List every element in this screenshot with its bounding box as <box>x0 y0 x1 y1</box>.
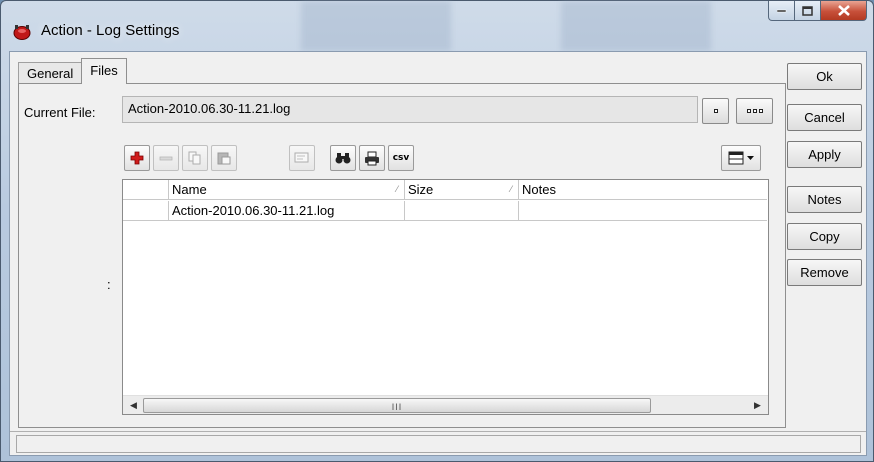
close-button[interactable] <box>821 1 867 21</box>
dot-icon <box>752 109 757 113</box>
column-label: Name <box>172 182 207 197</box>
background-blur <box>301 1 451 51</box>
browse-button[interactable] <box>736 98 773 124</box>
comment-button[interactable] <box>289 145 315 171</box>
comment-icon <box>294 152 309 163</box>
window-frame: Action - Log Settings General Files Curr… <box>0 0 874 462</box>
files-grid[interactable]: Name ⁄ Size ⁄ Notes Action-2010.06.30-11.2… <box>122 179 769 415</box>
csv-export-icon: csv <box>392 153 410 163</box>
table-row[interactable]: Action-2010.06.30-11.21.log <box>123 201 767 221</box>
add-icon <box>130 151 144 165</box>
status-field <box>16 435 861 453</box>
column-label: Notes <box>522 182 556 197</box>
column-label: Size <box>408 182 434 197</box>
status-bar <box>10 431 866 455</box>
sort-icon: ⁄ <box>510 184 512 194</box>
notes-button[interactable]: Notes <box>787 186 862 213</box>
paste-button[interactable] <box>211 145 237 171</box>
current-file-label: Current File: <box>24 105 96 120</box>
dot-icon <box>713 109 718 113</box>
print-button[interactable] <box>359 145 385 171</box>
scroll-left-arrow[interactable]: ◀ <box>125 396 142 415</box>
ok-button[interactable]: Ok <box>787 63 862 90</box>
column-header-name[interactable]: Name ⁄ <box>169 180 405 200</box>
open-file-button[interactable] <box>702 98 729 124</box>
sort-icon: ⁄ <box>396 184 398 194</box>
cell-size <box>405 201 519 221</box>
find-button[interactable] <box>330 145 356 171</box>
print-icon <box>365 151 379 165</box>
column-chooser-button[interactable] <box>721 145 761 171</box>
minimize-button[interactable] <box>768 1 795 21</box>
scroll-right-arrow[interactable]: ▶ <box>749 396 766 415</box>
column-header-size[interactable]: Size ⁄ <box>405 180 519 200</box>
title-bar[interactable]: Action - Log Settings <box>1 1 873 51</box>
minimize-icon <box>776 9 786 12</box>
columns-icon <box>728 151 744 165</box>
cancel-button[interactable]: Cancel <box>787 104 862 131</box>
dialog-client: General Files Current File: Action-2010.… <box>9 51 867 456</box>
grid-header: Name ⁄ Size ⁄ Notes <box>123 180 767 200</box>
caption-buttons <box>768 1 867 21</box>
horizontal-scrollbar[interactable]: ◀ III ▶ <box>123 395 768 414</box>
copy-button-side[interactable]: Copy <box>787 223 862 250</box>
app-icon <box>13 25 31 40</box>
find-icon <box>335 153 351 164</box>
tab-strip: General Files <box>18 58 127 84</box>
splitter-mark: : <box>107 277 111 292</box>
cell-notes <box>519 201 767 221</box>
dot-icon <box>758 109 763 113</box>
row-indicator-header <box>123 180 169 200</box>
apply-button[interactable]: Apply <box>787 141 862 168</box>
grip-icon: III <box>391 402 403 412</box>
copy-button[interactable] <box>182 145 208 171</box>
copy-icon <box>188 151 201 165</box>
background-blur <box>561 1 711 51</box>
cell-name: Action-2010.06.30-11.21.log <box>169 201 405 221</box>
chevron-down-icon <box>747 155 754 160</box>
tab-files[interactable]: Files <box>81 58 127 84</box>
maximize-button[interactable] <box>795 1 821 21</box>
close-icon <box>837 5 850 16</box>
csv-export-button[interactable]: csv <box>388 145 414 171</box>
column-header-notes[interactable]: Notes <box>519 180 767 200</box>
remove-button[interactable] <box>153 145 179 171</box>
current-file-field[interactable]: Action-2010.06.30-11.21.log <box>122 96 698 123</box>
remove-icon <box>159 156 173 161</box>
add-button[interactable] <box>124 145 150 171</box>
remove-button-side[interactable]: Remove <box>787 259 862 286</box>
maximize-icon <box>802 5 813 16</box>
paste-icon <box>217 152 231 165</box>
scroll-thumb[interactable]: III <box>143 398 651 413</box>
dot-icon <box>746 109 751 113</box>
row-indicator <box>123 201 169 221</box>
tab-general[interactable]: General <box>18 62 83 84</box>
window-title: Action - Log Settings <box>41 22 180 39</box>
